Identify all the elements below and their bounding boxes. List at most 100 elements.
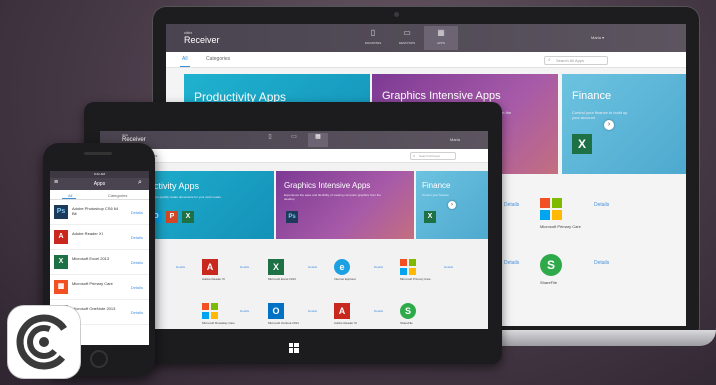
laptop-base: [470, 330, 716, 346]
nav-favorites-label: FAVORITES: [364, 41, 382, 45]
app-name: Adobe Photoshop CS6 64 Bit: [72, 206, 119, 216]
nav-apps[interactable]: ▦: [308, 133, 328, 147]
adobe-reader-icon: A: [202, 259, 218, 275]
list-item[interactable]: A Adobe Reader XI Details: [50, 226, 149, 250]
phone-home-button[interactable]: [90, 350, 108, 368]
banner-graphics[interactable]: Graphics Intensive Apps Experience the e…: [276, 171, 414, 239]
app-name: Internet Explorer: [334, 277, 357, 281]
internet-explorer-icon: e: [334, 259, 350, 275]
details-link[interactable]: Details: [131, 235, 143, 240]
excel-icon: X: [424, 211, 436, 223]
windows-logo-icon[interactable]: [289, 343, 299, 353]
details-link[interactable]: Details: [240, 265, 249, 269]
details-link[interactable]: Details: [374, 309, 383, 313]
nav-favorites[interactable]: ▯: [260, 133, 280, 147]
carousel-next-button[interactable]: ›: [604, 120, 614, 130]
user-menu[interactable]: Maria ▾: [591, 35, 604, 40]
laptop-camera: [394, 12, 399, 17]
photoshop-icon: Ps: [286, 211, 298, 223]
banner-title: Graphics Intensive Apps: [284, 181, 371, 190]
app-name: Microsoft Primary Care: [540, 224, 581, 229]
microsoft-icon: ▦: [54, 280, 68, 294]
nav-desktops[interactable]: ▭ DESKTOPS: [390, 26, 424, 50]
page-title: Apps: [93, 181, 106, 187]
tablet-screen: citrix Receiver ▯ ▭ ▦ Maria All Categori…: [100, 131, 488, 329]
app-name: Adobe Reader XI: [202, 277, 226, 281]
app-name: ShareFile: [400, 321, 413, 325]
app-name: Microsoft Excel 2013: [72, 256, 110, 261]
banner-title: Finance: [572, 90, 612, 102]
apps-icon: ▦: [315, 134, 321, 140]
app-header: citrix Receiver ▯ ▭ ▦ Maria: [100, 131, 488, 149]
microsoft-icon: [400, 259, 416, 275]
excel-icon: X: [268, 259, 284, 275]
banner-subtitle: Experience the ease and flexibility of v…: [284, 193, 381, 201]
nav-desktops[interactable]: ▭: [284, 133, 304, 147]
search-input[interactable]: ⌕ Search All Apps: [544, 56, 608, 65]
nav-favorites[interactable]: ▯ FAVORITES: [356, 26, 390, 50]
details-link[interactable]: Details: [131, 210, 143, 215]
banner-subtitle: Control your finance: [422, 193, 449, 197]
tab-bar: All Categories ⌕ Search All Apps: [166, 52, 686, 68]
app-header: citrix Receiver ▯ FAVORITES ▭ DESKTOPS ▦…: [166, 24, 686, 52]
apps-icon: ▦: [437, 28, 445, 37]
details-link[interactable]: Details: [131, 285, 143, 290]
excel-icon: X: [572, 134, 592, 154]
details-link[interactable]: Details: [131, 310, 143, 315]
app-name: Adobe Reader XI: [334, 321, 358, 325]
nav-apps[interactable]: ▦ APPS: [424, 26, 458, 50]
details-link[interactable]: Details: [594, 260, 609, 266]
powerpoint-icon: P: [166, 211, 178, 223]
app-header: ≡ Apps ⌕: [50, 178, 149, 190]
details-link[interactable]: Details: [176, 265, 185, 269]
search-icon[interactable]: ⌕: [138, 179, 142, 187]
details-link[interactable]: Details: [594, 202, 609, 208]
details-link[interactable]: Details: [504, 260, 519, 266]
nav-apps-label: APPS: [436, 41, 445, 45]
details-link[interactable]: Details: [308, 309, 317, 313]
app-name: Microsoft Primary Care: [72, 281, 113, 286]
receiver-logo-graphic: [16, 314, 72, 370]
search-placeholder: Search All Apps: [556, 58, 585, 63]
microsoft-icon: [540, 198, 562, 220]
active-tab-indicator: [180, 66, 190, 67]
details-link[interactable]: Details: [444, 265, 453, 269]
details-link[interactable]: Details: [374, 265, 383, 269]
excel-icon: X: [54, 255, 68, 269]
photoshop-icon: Ps: [54, 205, 68, 219]
tab-bar: All Categories ⌕ Search All Apps: [100, 149, 488, 163]
list-item[interactable]: Ps Adobe Photoshop CS6 64 Bit Details: [50, 201, 149, 225]
banner-finance[interactable]: Finance Control your finance to build up…: [562, 74, 686, 174]
search-placeholder: Search All Apps: [419, 154, 441, 158]
search-input[interactable]: ⌕ Search All Apps: [410, 152, 456, 160]
desktops-icon: ▭: [403, 28, 411, 37]
user-menu[interactable]: Maria: [450, 137, 460, 142]
carousel-next-button[interactable]: ›: [448, 201, 456, 209]
favorites-icon: ▯: [370, 28, 376, 37]
tab-categories[interactable]: Categories: [108, 193, 127, 198]
app-name: ShareFile: [540, 280, 558, 285]
app-name: Microsoft Excel 2013: [268, 277, 296, 281]
adobe-reader-icon: A: [54, 230, 68, 244]
list-item[interactable]: X Microsoft Excel 2013 Details: [50, 251, 149, 275]
outlook-icon: O: [268, 303, 284, 319]
app-name: Microsoft Outlook 2013: [268, 321, 299, 325]
sharefile-icon: S: [400, 303, 416, 319]
nav-desktops-label: DESKTOPS: [398, 41, 416, 45]
search-icon: ⌕: [548, 57, 551, 63]
tab-categories[interactable]: Categories: [206, 56, 230, 62]
desktops-icon: ▭: [291, 134, 297, 140]
details-link[interactable]: Details: [308, 265, 317, 269]
favorites-icon: ▯: [268, 134, 272, 140]
banner-subtitle: Control your finance to build up your ac…: [572, 110, 628, 120]
details-link[interactable]: Details: [240, 309, 249, 313]
details-link[interactable]: Details: [504, 202, 519, 208]
sharefile-icon: S: [540, 254, 562, 276]
adobe-reader-icon: A: [334, 303, 350, 319]
tab-all[interactable]: All: [182, 56, 188, 62]
list-item[interactable]: ▦ Microsoft Primary Care Details: [50, 276, 149, 300]
details-link[interactable]: Details: [131, 260, 143, 265]
tab-bar: All Categories: [50, 190, 149, 200]
active-tab-indicator: [62, 198, 76, 199]
banner-title: Graphics Intensive Apps: [382, 90, 501, 102]
